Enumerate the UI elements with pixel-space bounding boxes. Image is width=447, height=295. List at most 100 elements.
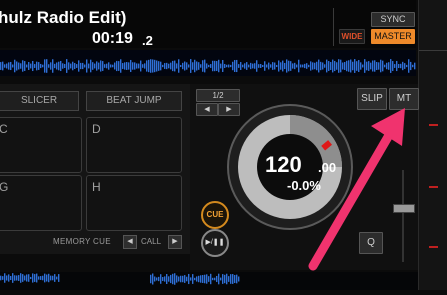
waveform-bar bbox=[150, 274, 152, 284]
pad-g[interactable]: G bbox=[0, 175, 82, 231]
waveform-bar bbox=[104, 64, 106, 68]
pad-h[interactable]: H bbox=[86, 175, 182, 231]
waveform-bar bbox=[52, 275, 54, 281]
waveform-bar bbox=[172, 60, 174, 72]
waveform-bar bbox=[250, 62, 252, 70]
waveform-bar bbox=[294, 62, 296, 70]
waveform-bar bbox=[254, 63, 256, 69]
waveform-bar bbox=[58, 274, 60, 282]
waveform-bar bbox=[50, 62, 52, 70]
call-previous-button[interactable]: ◀ bbox=[123, 235, 137, 249]
waveform-bar bbox=[344, 62, 346, 70]
elapsed-time: 00:19 bbox=[92, 30, 133, 47]
waveform-bar bbox=[164, 63, 166, 69]
waveform-bar bbox=[2, 61, 4, 71]
waveform-bar bbox=[184, 275, 186, 283]
waveform-bar bbox=[328, 61, 330, 71]
waveform-bar bbox=[152, 273, 154, 285]
master-button[interactable]: MASTER bbox=[371, 29, 415, 44]
waveform-bar bbox=[304, 63, 306, 69]
waveform-bar bbox=[166, 273, 168, 285]
waveform-bar bbox=[14, 275, 16, 281]
waveform-bar bbox=[48, 273, 50, 283]
waveform-bar bbox=[214, 277, 216, 281]
waveform-bar bbox=[28, 274, 30, 282]
waveform-bar bbox=[350, 59, 352, 73]
waveform-bar bbox=[162, 277, 164, 281]
waveform-bar bbox=[18, 275, 20, 281]
waveform-bar bbox=[10, 275, 12, 281]
waveform-bar bbox=[26, 64, 28, 68]
waveform-bar bbox=[356, 61, 358, 71]
waveform-bar bbox=[136, 63, 138, 69]
waveform-bar bbox=[358, 60, 360, 72]
waveform-bar bbox=[170, 62, 172, 70]
nudge-left-button[interactable]: ◀ bbox=[196, 103, 218, 116]
waveform-bar bbox=[10, 61, 12, 71]
waveform-bar bbox=[92, 62, 94, 70]
waveform-bar bbox=[70, 63, 72, 69]
wide-button[interactable]: WIDE bbox=[339, 29, 365, 44]
beat-fraction-display[interactable]: 1/2 bbox=[196, 89, 240, 102]
waveform-bar bbox=[238, 276, 240, 282]
waveform-bar bbox=[372, 60, 374, 72]
waveform-bar bbox=[282, 60, 284, 72]
waveform-bar bbox=[42, 64, 44, 68]
waveform-bar bbox=[336, 62, 338, 70]
waveform-bar bbox=[278, 60, 280, 72]
quantize-button[interactable]: Q bbox=[359, 232, 383, 254]
waveform-bar bbox=[226, 273, 228, 285]
tab-beat-jump[interactable]: BEAT JUMP bbox=[86, 91, 182, 111]
waveform-bar bbox=[378, 62, 380, 70]
play-pause-button[interactable]: ▶/❚❚ bbox=[201, 229, 229, 257]
waveform-bar bbox=[214, 60, 216, 72]
waveform-bar bbox=[176, 275, 178, 283]
waveform-bar bbox=[206, 63, 208, 69]
pad-label: D bbox=[92, 122, 101, 136]
waveform-bar bbox=[208, 64, 210, 68]
waveform-bar bbox=[414, 62, 416, 70]
call-next-button[interactable]: ▶ bbox=[168, 235, 182, 249]
panel-divider bbox=[419, 50, 447, 51]
waveform-bar bbox=[122, 63, 124, 69]
tempo-slider-track[interactable] bbox=[402, 170, 404, 262]
waveform-bar bbox=[146, 60, 148, 72]
waveform-bar bbox=[66, 59, 68, 73]
waveform-bar bbox=[56, 62, 58, 70]
waveform-bar bbox=[24, 61, 26, 71]
pad-d[interactable]: D bbox=[86, 117, 182, 173]
waveform-bar bbox=[318, 59, 320, 73]
pad-c[interactable]: C bbox=[0, 117, 82, 173]
slip-button[interactable]: SLIP bbox=[357, 88, 387, 110]
waveform-bar bbox=[246, 62, 248, 70]
waveform-bar bbox=[76, 64, 78, 68]
waveform-bar bbox=[4, 273, 6, 283]
waveform-bar bbox=[386, 62, 388, 70]
waveform-bar bbox=[124, 62, 126, 70]
waveform-bar bbox=[400, 63, 402, 69]
waveform-bar bbox=[54, 274, 56, 282]
waveform-bar bbox=[210, 273, 212, 285]
overview-waveform[interactable] bbox=[0, 50, 416, 76]
waveform-bar bbox=[394, 64, 396, 68]
waveform-bar bbox=[388, 62, 390, 70]
tab-slicer[interactable]: SLICER bbox=[0, 91, 79, 111]
waveform-bar bbox=[198, 275, 200, 283]
master-tempo-button[interactable]: MT bbox=[389, 88, 419, 110]
tempo-slider-handle[interactable] bbox=[393, 204, 415, 213]
waveform-bar bbox=[72, 61, 74, 71]
waveform-bar bbox=[190, 277, 192, 281]
waveform-bar bbox=[236, 274, 238, 284]
waveform-bar bbox=[30, 276, 32, 280]
waveform-bar bbox=[260, 64, 262, 68]
waveform-bar bbox=[384, 64, 386, 68]
waveform-bar bbox=[186, 62, 188, 70]
waveform-bar bbox=[410, 61, 412, 71]
waveform-bar bbox=[126, 62, 128, 70]
sync-button[interactable]: SYNC bbox=[371, 12, 415, 27]
waveform-bar bbox=[320, 61, 322, 71]
waveform-bar bbox=[354, 59, 356, 73]
waveform-bar bbox=[194, 277, 196, 281]
waveform-bar bbox=[36, 273, 38, 283]
cue-button[interactable]: CUE bbox=[201, 201, 229, 229]
